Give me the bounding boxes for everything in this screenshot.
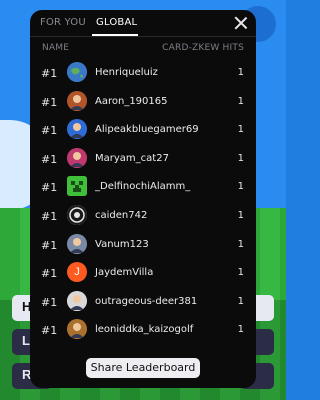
share-leaderboard-button[interactable]: Share Leaderboard <box>86 358 200 378</box>
leaderboard-row[interactable]: #1 outrageous-deer381 1 <box>30 287 256 316</box>
username-label: _DelfinochiAlamm_ <box>95 181 191 193</box>
leaderboard-row[interactable]: #1 Henriqueluiz 1 <box>30 58 256 87</box>
leaderboard-row[interactable]: #1 leoniddka_kaizogolf 1 <box>30 315 256 344</box>
hits-count: 1 <box>237 209 244 221</box>
username-label: outrageous-deer381 <box>95 295 198 307</box>
letter-j-icon: J <box>67 262 87 283</box>
earth-icon <box>67 62 87 82</box>
column-header-hits: CARD-ZKEW HITS <box>162 43 244 53</box>
rank-label: #1 <box>41 67 58 80</box>
rank-label: #1 <box>41 95 58 109</box>
character-icon <box>67 90 87 111</box>
hits-count: 1 <box>237 95 244 107</box>
username-label: Aaron_190165 <box>95 95 168 107</box>
username-label: Vanum123 <box>95 238 149 250</box>
column-header-name: NAME <box>42 43 70 53</box>
leaderboard-tabs: FOR YOU GLOBAL <box>30 10 256 36</box>
character-icon <box>67 119 87 140</box>
tab-global[interactable]: GLOBAL <box>96 17 137 28</box>
rank-label: #1 <box>41 324 58 338</box>
username-label: leoniddka_kaizogolf <box>95 324 194 336</box>
tab-for-you[interactable]: FOR YOU <box>40 17 86 28</box>
character-icon <box>67 290 87 311</box>
leaderboard-row[interactable]: #1 Aaron_190165 1 <box>30 87 256 116</box>
character-icon <box>67 147 87 168</box>
leaderboard-row[interactable]: #1 _DelfinochiAlamm_ 1 <box>30 172 256 201</box>
close-icon[interactable] <box>234 16 248 30</box>
rank-label: #1 <box>41 267 58 281</box>
leaderboard-modal: FOR YOU GLOBAL NAME CARD-ZKEW HITS #1 Hen… <box>30 10 256 388</box>
character-icon <box>67 233 87 254</box>
username-label: JaydemVilla <box>95 267 154 279</box>
rank-label: #1 <box>41 181 58 195</box>
leaderboard-row[interactable]: #1 caiden742 1 <box>30 201 256 230</box>
leaderboard-row[interactable]: #1 Vanum123 1 <box>30 230 256 259</box>
username-label: Alipeakbluegamer69 <box>95 124 199 136</box>
rank-label: #1 <box>41 209 58 223</box>
hits-count: 1 <box>237 324 244 336</box>
username-label: caiden742 <box>95 209 148 221</box>
leaderboard-list: #1 Henriqueluiz 1 #1 Aaron_190165 1 #1 Alipeakb… <box>30 58 256 344</box>
hits-count: 1 <box>237 124 244 136</box>
creeper-icon <box>67 176 87 197</box>
leaderboard-row[interactable]: #1 J JaydemVilla 1 <box>30 258 256 287</box>
hits-count: 1 <box>237 295 244 307</box>
hits-count: 1 <box>237 267 244 279</box>
tab-divider <box>30 36 256 37</box>
hits-count: 1 <box>237 67 244 78</box>
rank-label: #1 <box>41 238 58 252</box>
leaderboard-row[interactable]: #1 Alipeakbluegamer69 1 <box>30 115 256 144</box>
rank-label: #1 <box>41 295 58 309</box>
username-label: Maryam_cat27 <box>95 152 169 164</box>
username-label: Henriqueluiz <box>95 67 158 78</box>
leaderboard-row[interactable]: #1 Maryam_cat27 1 <box>30 144 256 173</box>
hits-count: 1 <box>237 181 244 193</box>
rank-label: #1 <box>41 124 58 138</box>
pattern-icon <box>67 204 87 225</box>
hits-count: 1 <box>237 152 244 164</box>
hits-count: 1 <box>237 238 244 250</box>
character-icon <box>67 319 87 340</box>
rank-label: #1 <box>41 152 58 166</box>
background-button-label: L <box>22 333 30 348</box>
